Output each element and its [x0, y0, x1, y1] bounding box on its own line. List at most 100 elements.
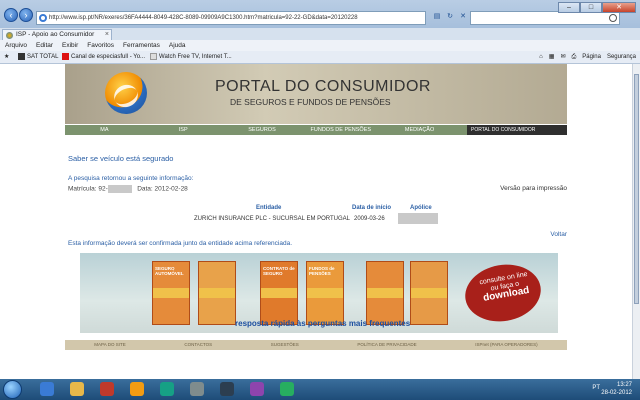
fav-label: SAT TOTAL: [27, 54, 59, 60]
home-icon[interactable]: ⌂: [539, 51, 543, 64]
site-footer: MAPA DO SITE CONTACTOS SUGESTÕES POLÍTIC…: [65, 340, 567, 350]
footer-link-mapa[interactable]: MAPA DO SITE: [94, 340, 125, 350]
app3-taskbar-icon[interactable]: [190, 382, 204, 396]
voltar-link[interactable]: Voltar: [550, 231, 567, 238]
minimize-button[interactable]: –: [558, 2, 580, 13]
compat-icon[interactable]: ▤: [432, 11, 442, 23]
site-banner: PORTAL DO CONSUMIDOR DE SEGUROS E FUNDOS…: [65, 64, 567, 124]
close-button[interactable]: ✕: [602, 2, 636, 13]
favicon-icon: [6, 32, 13, 39]
menu-ajuda[interactable]: Ajuda: [169, 40, 186, 51]
app6-taskbar-icon[interactable]: [280, 382, 294, 396]
page-title: Saber se veículo está segurado: [68, 154, 174, 163]
menu-ferramentas[interactable]: Ferramentas: [123, 40, 160, 51]
nav-item-isp[interactable]: ISP: [144, 125, 223, 135]
matricula-value: 92-: [98, 185, 108, 193]
result-note: A pesquisa retornou a seguinte informaçã…: [68, 175, 194, 182]
nav-item-seguros[interactable]: SEGUROS: [223, 125, 302, 135]
sat-icon: [18, 52, 25, 60]
book-band: [199, 288, 235, 298]
data-value: 2012-02-28: [154, 185, 188, 193]
address-controls: ▤ ↻ ✕: [432, 11, 468, 23]
tray-lang[interactable]: PT: [592, 385, 600, 391]
media-taskbar-icon[interactable]: [130, 382, 144, 396]
fav-item-watch-tv[interactable]: Watch Free TV, Internet T...: [150, 51, 232, 64]
menu-pagina[interactable]: Página: [582, 51, 601, 64]
col-data-inicio: Data de início: [352, 205, 392, 211]
app5-taskbar-icon[interactable]: [250, 382, 264, 396]
nav-brand[interactable]: PORTAL DO CONSUMIDOR: [466, 125, 567, 135]
browser-titlebar: ‹ › http://www.isp.pt/NR/exeres/36FA4444…: [0, 0, 640, 28]
favorites-bar: ★ SAT TOTAL Canal de especiasfull - Yo..…: [0, 51, 640, 64]
menu-bar: Arquivo Editar Exibir Favoritos Ferramen…: [0, 40, 640, 51]
book-title: FUNDOS de PENSÕES: [309, 266, 335, 276]
clock-date: 28-02-2012: [601, 390, 632, 396]
command-bar: ⌂ ▦ ✉ ⎙ Página Segurança: [539, 51, 636, 64]
book-title: SEGURO AUTOMÓVEL: [155, 266, 184, 276]
clock[interactable]: 13:27 28-02-2012: [601, 381, 632, 397]
vertical-scrollbar[interactable]: [632, 64, 640, 379]
nav-item-mediacao[interactable]: MEDIAÇÃO: [380, 125, 459, 135]
app2-taskbar-icon[interactable]: [160, 382, 174, 396]
search-input[interactable]: [470, 11, 620, 25]
cell-data-inicio: 2009-03-26: [354, 216, 385, 222]
youtube-icon: [62, 52, 69, 60]
fav-item-sat-total[interactable]: SAT TOTAL: [18, 51, 58, 64]
start-button[interactable]: [3, 380, 22, 399]
info-note: Esta informação deverá ser confirmada ju…: [68, 240, 293, 247]
redacted-block: [107, 185, 132, 193]
footer-link-ispnet[interactable]: ISPnet (PARA OPERADORES): [475, 340, 537, 350]
page-icon: [150, 52, 157, 60]
mail-icon[interactable]: ✉: [560, 51, 565, 64]
redacted-apolice: [398, 213, 438, 224]
scroll-thumb[interactable]: [634, 74, 639, 304]
address-bar[interactable]: http://www.isp.pt/NR/exeres/36FA4444-804…: [36, 11, 426, 25]
tab-close-icon[interactable]: ×: [105, 30, 109, 40]
fav-item-youtube[interactable]: Canal de especiasfull - Yo...: [62, 51, 145, 64]
book-6: [410, 261, 448, 325]
matricula-label: Matrícula:: [68, 185, 97, 193]
tab-isp[interactable]: ISP - Apoio ao Consumidor ×: [2, 29, 112, 40]
book-fundos: FUNDOS de PENSÕES: [306, 261, 344, 325]
print-version-link[interactable]: Versão para impressão: [500, 185, 567, 192]
menu-seguranca[interactable]: Segurança: [607, 51, 636, 64]
isp-logo: [105, 72, 147, 114]
nav-item-ma[interactable]: MA: [65, 125, 144, 135]
footer-link-privacidade[interactable]: POLÍTICA DE PRIVACIDADE: [357, 340, 416, 350]
menu-exibir[interactable]: Exibir: [62, 40, 78, 51]
maximize-button[interactable]: □: [580, 2, 602, 13]
window-controls: – □ ✕: [558, 2, 636, 13]
book-title: CONTRATO de SEGURO: [263, 266, 295, 276]
banner-title: PORTAL DO CONSUMIDOR: [215, 78, 431, 95]
promo-banner[interactable]: SEGURO AUTOMÓVEL CONTRATO de SEGURO FUND…: [80, 253, 558, 333]
stop-icon[interactable]: ✕: [458, 11, 468, 23]
favorites-star-icon[interactable]: ★: [4, 51, 9, 64]
forward-button[interactable]: ›: [19, 8, 33, 22]
menu-editar[interactable]: Editar: [36, 40, 53, 51]
book-5: [366, 261, 404, 325]
book-band: [307, 288, 343, 298]
book-contrato: CONTRATO de SEGURO: [260, 261, 298, 325]
refresh-icon[interactable]: ↻: [445, 11, 455, 23]
tab-title: ISP - Apoio ao Consumidor: [16, 31, 95, 38]
footer-link-sugestoes[interactable]: SUGESTÕES: [271, 340, 299, 350]
menu-favoritos[interactable]: Favoritos: [87, 40, 114, 51]
app4-taskbar-icon[interactable]: [220, 382, 234, 396]
explorer-taskbar-icon[interactable]: [70, 382, 84, 396]
search-icon[interactable]: [609, 14, 617, 22]
menu-arquivo[interactable]: Arquivo: [5, 40, 27, 51]
print-icon[interactable]: ⎙: [571, 51, 576, 64]
app-taskbar-icon[interactable]: [100, 382, 114, 396]
matricula-row: Matrícula: 92- Data: 2012-02-28: [68, 185, 188, 193]
nav-item-fundos[interactable]: FUNDOS DE PENSÕES: [301, 125, 380, 135]
footer-link-contactos[interactable]: CONTACTOS: [184, 340, 212, 350]
site-nav: MA ISP SEGUROS FUNDOS DE PENSÕES MEDIAÇÃ…: [65, 125, 567, 135]
data-label: Data:: [137, 185, 153, 193]
banner-subtitle: DE SEGUROS E FUNDOS DE PENSÕES: [230, 97, 391, 107]
feeds-icon[interactable]: ▦: [549, 51, 555, 64]
book-2: [198, 261, 236, 325]
back-button[interactable]: ‹: [4, 8, 18, 22]
book-band: [261, 288, 297, 298]
ie-taskbar-icon[interactable]: [40, 382, 54, 396]
fav-label: Canal de especiasfull - Yo...: [71, 54, 146, 60]
